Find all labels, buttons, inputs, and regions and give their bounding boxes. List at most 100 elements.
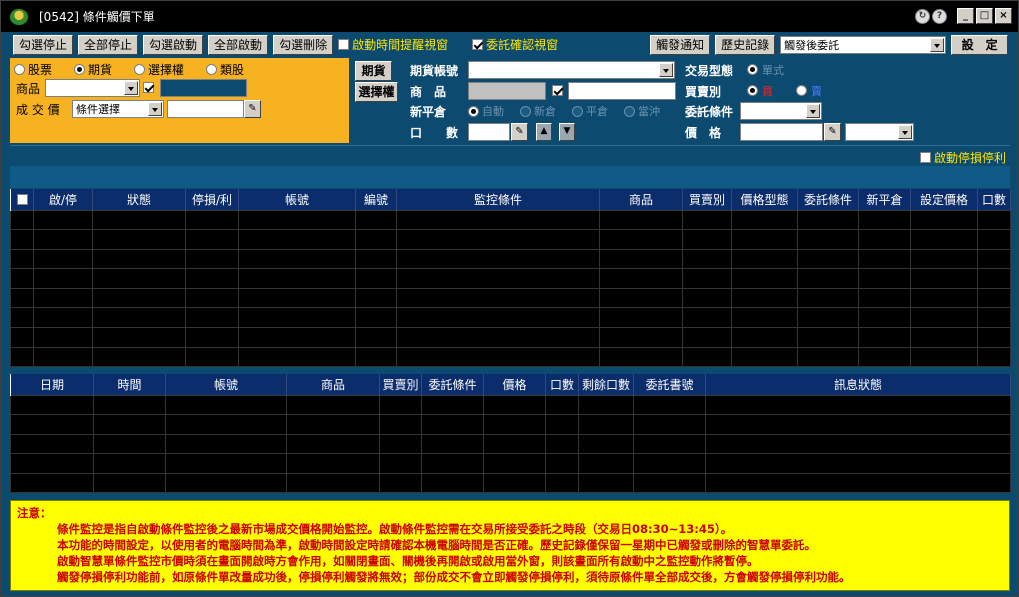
table-row[interactable] [10, 346, 1011, 368]
check-delete-button[interactable]: 勾選刪除 [273, 34, 334, 55]
oc-day-radio[interactable] [624, 105, 635, 117]
help-icon[interactable]: ? [932, 8, 947, 24]
product-search-input[interactable] [568, 82, 676, 100]
select-all-checkbox[interactable] [16, 194, 28, 206]
trigger-price-input[interactable] [167, 100, 244, 118]
column-header[interactable]: 設定價格 [910, 189, 978, 210]
chevron-down-icon[interactable] [124, 81, 138, 95]
chevron-up-icon[interactable]: ▲ [536, 123, 552, 141]
close-button[interactable]: × [995, 8, 1012, 24]
table-row[interactable] [10, 287, 1011, 309]
column-header[interactable]: 停損/利 [185, 189, 239, 210]
column-header[interactable]: 價格 [483, 374, 546, 395]
order-price-input[interactable] [740, 123, 823, 141]
radio-options[interactable] [134, 64, 146, 75]
link-icon[interactable]: ↻ [915, 8, 930, 24]
trade-type-radio[interactable] [747, 64, 758, 75]
table-row[interactable] [10, 248, 1011, 270]
price-condition-select[interactable]: 條件選擇 [72, 100, 164, 118]
radio-class-stock[interactable] [206, 64, 218, 75]
column-header[interactable]: 口數 [545, 374, 579, 395]
calculator-icon[interactable]: ✎ [824, 123, 841, 141]
table-row[interactable] [10, 327, 1011, 348]
all-start-button[interactable]: 全部啟動 [208, 34, 269, 55]
column-header[interactable]: 帳號 [238, 189, 356, 210]
column-header[interactable]: 委託條件 [797, 189, 859, 210]
table-row[interactable] [10, 209, 1011, 231]
oc-auto-radio[interactable] [468, 105, 479, 117]
column-header[interactable]: 口數 [977, 189, 1011, 210]
check-stop-button[interactable]: 勾選停止 [13, 34, 74, 55]
table-row[interactable] [10, 472, 1011, 494]
price-type-select[interactable]: 限價 [845, 123, 914, 141]
history-button[interactable]: 歷史記錄 [715, 34, 776, 55]
column-header[interactable]: 訊息狀態 [705, 374, 1011, 395]
radio-stock[interactable] [14, 64, 25, 75]
column-header[interactable]: 價格型態 [731, 189, 798, 210]
column-header[interactable]: 啟/停 [33, 189, 93, 210]
column-header[interactable]: 帳號 [165, 374, 287, 395]
calculator-icon[interactable]: ✎ [511, 123, 528, 141]
chevron-down-icon[interactable] [659, 63, 673, 77]
start-time-reminder-checkbox[interactable] [338, 39, 350, 50]
table-row[interactable] [10, 307, 1011, 329]
table-row[interactable] [10, 394, 1011, 416]
lots-input[interactable]: 1 [468, 123, 510, 141]
column-header[interactable]: 委託條件 [421, 374, 484, 395]
futures-tab-button[interactable]: 期貨 [355, 61, 392, 81]
settings-button[interactable]: 設 定 [951, 34, 1009, 55]
options-tab-button[interactable]: 選擇權 [355, 82, 398, 102]
table-cell [238, 268, 356, 289]
calculator-icon[interactable]: ✎ [244, 100, 261, 118]
chevron-down-icon[interactable] [148, 102, 162, 116]
column-header[interactable]: 狀態 [92, 189, 186, 210]
maximize-button[interactable]: □ [976, 8, 993, 24]
column-header[interactable]: 日期 [10, 374, 94, 395]
column-header[interactable]: 剩餘口數 [578, 374, 634, 395]
column-header[interactable]: 商品 [599, 189, 683, 210]
column-header[interactable]: 新平倉 [858, 189, 911, 210]
column-header[interactable]: 買賣別 [379, 374, 422, 395]
table-cell [185, 287, 239, 309]
minimize-button[interactable]: _ [957, 8, 974, 24]
table-row[interactable] [10, 453, 1011, 474]
futures-account-select[interactable] [468, 61, 675, 79]
notes-panel: 注意： 條件監控是指自啟動條件監控後之最新市場成交價格開始監控。啟動條件監控需在… [10, 500, 1010, 591]
table-row[interactable] [10, 229, 1011, 250]
table-cell [599, 268, 683, 289]
column-header[interactable]: 商品 [286, 374, 380, 395]
product-checkbox[interactable] [143, 82, 154, 93]
after-trigger-select[interactable]: 觸發後委託 [780, 35, 947, 54]
trigger-notice-button[interactable]: 觸發通知 [650, 34, 711, 55]
chevron-down-icon[interactable]: ▼ [559, 123, 575, 141]
side-buy-radio[interactable] [747, 85, 758, 96]
order-condition-select[interactable]: ROD [740, 102, 822, 120]
chevron-down-icon[interactable] [806, 104, 820, 118]
table-row[interactable] [10, 414, 1011, 435]
product-code-field[interactable] [160, 79, 247, 97]
radio-futures[interactable] [74, 64, 86, 75]
all-stop-button[interactable]: 全部停止 [78, 34, 139, 55]
column-header[interactable]: 時間 [93, 374, 166, 395]
oc-new-radio[interactable] [520, 105, 531, 117]
table-cell [797, 248, 859, 270]
table-row[interactable] [10, 268, 1011, 289]
check-start-button[interactable]: 勾選啟動 [143, 34, 204, 55]
column-header[interactable]: 買賣別 [682, 189, 732, 210]
table-cell [238, 327, 356, 348]
product-select[interactable] [45, 79, 140, 97]
column-header[interactable]: 委託書號 [633, 374, 706, 395]
stop-profit-loss-checkbox[interactable] [919, 152, 931, 163]
table-cell [858, 229, 911, 250]
chevron-down-icon[interactable] [898, 125, 912, 139]
product-lock-checkbox[interactable] [552, 85, 563, 96]
column-header[interactable]: 監控條件 [396, 189, 600, 210]
oc-close-radio[interactable] [572, 105, 583, 117]
table-row[interactable] [10, 433, 1011, 455]
entrust-confirm-checkbox[interactable] [472, 39, 484, 50]
column-header[interactable]: 編號 [355, 189, 397, 210]
side-sell-radio[interactable] [796, 85, 807, 96]
chevron-down-icon[interactable] [930, 37, 945, 52]
select-all-header[interactable] [10, 189, 34, 210]
table-cell [599, 229, 683, 250]
